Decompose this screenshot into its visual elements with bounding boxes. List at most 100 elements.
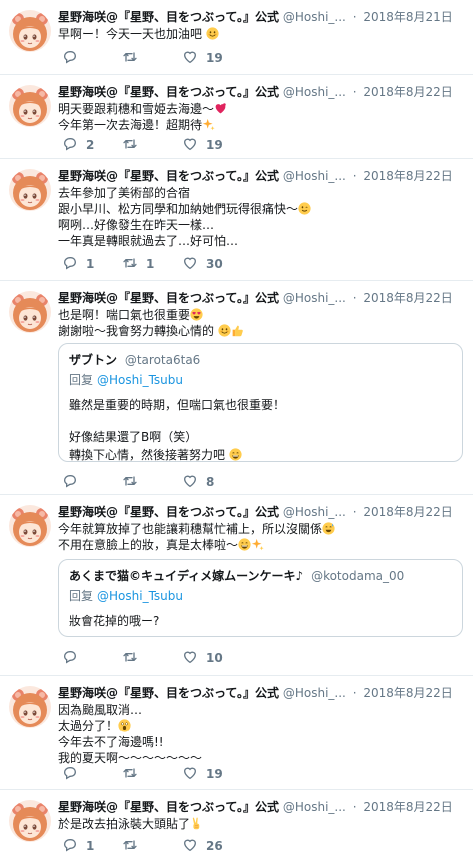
like-button[interactable]: 10 xyxy=(182,649,223,667)
author-handle[interactable]: @Hoshi_... xyxy=(283,169,346,183)
like-button[interactable]: 8 xyxy=(182,473,214,491)
tweet-line: 今年第一次去海邊！超期待 xyxy=(58,117,466,133)
tweet-header: 星野海咲@『星野、目をつぶって。』公式 @Hoshi_... · 2018年8月… xyxy=(58,8,468,26)
tweet-date[interactable]: 2018年8月22日 xyxy=(363,800,452,814)
separator-dot: · xyxy=(352,505,357,519)
tweet-actions: 8 xyxy=(62,473,302,491)
reply-to-link[interactable]: @Hoshi_Tsubu xyxy=(97,589,183,603)
tweet-actions: 19 xyxy=(62,765,302,783)
tweet-date[interactable]: 2018年8月22日 xyxy=(363,505,452,519)
author-name[interactable]: 星野海咲@『星野、目をつぶって。』公式 xyxy=(58,169,279,183)
reply-button[interactable] xyxy=(62,473,86,491)
quoted-line: 好像結果還了B啊（笑） xyxy=(69,430,198,444)
tweet[interactable]: 星野海咲@『星野、目をつぶって。』公式 @Hoshi_... · 2018年8月… xyxy=(0,75,473,159)
retweet-button[interactable] xyxy=(122,473,146,491)
avatar[interactable] xyxy=(9,505,51,547)
reply-icon xyxy=(62,765,78,784)
quoted-text: 雖然是重要的時期，但喘口氣也很重要！ 好像結果還了B啊（笑） 轉換下心情，然後接… xyxy=(69,396,452,464)
like-count: 26 xyxy=(206,839,223,853)
author-name[interactable]: 星野海咲@『星野、目をつぶって。』公式 xyxy=(58,10,279,24)
like-count: 30 xyxy=(206,257,223,271)
quoted-tweet[interactable]: ザブトン @tarota6ta6 回复 @Hoshi_Tsubu 雖然是重要的時期… xyxy=(58,343,463,462)
tweet-date[interactable]: 2018年8月21日 xyxy=(363,10,452,24)
tweet-actions: 1 1 30 xyxy=(62,255,302,273)
retweet-button[interactable] xyxy=(122,837,146,855)
author-handle[interactable]: @Hoshi_... xyxy=(283,291,346,305)
author-handle[interactable]: @Hoshi_... xyxy=(283,800,346,814)
author-handle[interactable]: @Hoshi_... xyxy=(283,85,346,99)
reply-button[interactable]: 1 xyxy=(62,837,94,855)
quoted-tweet[interactable]: あくまで猫©キュイディメ嫁ムーンケーキ♪ @kotodama_00 回复 @Hos… xyxy=(58,559,463,637)
avatar[interactable] xyxy=(9,10,51,52)
author-name[interactable]: 星野海咲@『星野、目をつぶって。』公式 xyxy=(58,686,279,700)
author-handle[interactable]: @Hoshi_... xyxy=(283,505,346,519)
avatar[interactable] xyxy=(9,169,51,211)
retweet-icon xyxy=(122,765,138,784)
reply-button[interactable]: 2 xyxy=(62,136,94,154)
quoted-header: あくまで猫©キュイディメ嫁ムーンケーキ♪ @kotodama_00 xyxy=(69,568,452,584)
tweet[interactable]: 星野海咲@『星野、目をつぶって。』公式 @Hoshi_... · 2018年8月… xyxy=(0,159,473,281)
grinning-face-emoji-icon xyxy=(229,448,242,461)
author-handle[interactable]: @Hoshi_... xyxy=(283,686,346,700)
avatar[interactable] xyxy=(9,800,51,842)
tweet[interactable]: 星野海咲@『星野、目をつぶって。』公式 @Hoshi_... · 2018年8月… xyxy=(0,495,473,676)
winking-face-emoji-icon xyxy=(298,202,311,215)
like-button[interactable]: 19 xyxy=(182,49,223,67)
author-name[interactable]: 星野海咲@『星野、目をつぶって。』公式 xyxy=(58,505,279,519)
tweet[interactable]: 星野海咲@『星野、目をつぶって。』公式 @Hoshi_... · 2018年8月… xyxy=(0,790,473,860)
tweet-text: 去年參加了美術部的合宿 跟小早川、松方同學和加納她們玩得很痛快～ 啊咧…好像發生… xyxy=(58,185,466,249)
tweet-text: 今年就算放掉了也能讓莉穗幫忙補上，所以沒關係 不用在意臉上的妝，真是太棒啦～ xyxy=(58,521,466,553)
grinning-face-emoji-icon xyxy=(238,538,251,551)
heart-icon xyxy=(182,255,198,274)
author-name[interactable]: 星野海咲@『星野、目をつぶって。』公式 xyxy=(58,800,279,814)
tweet-line: 我的夏天啊～～～～～～～ xyxy=(58,751,203,765)
reply-button[interactable] xyxy=(62,765,86,783)
reply-button[interactable] xyxy=(62,649,86,667)
tweet-date[interactable]: 2018年8月22日 xyxy=(363,291,452,305)
like-count: 19 xyxy=(206,138,223,152)
like-button[interactable]: 19 xyxy=(182,765,223,783)
retweet-button[interactable]: 1 xyxy=(122,255,154,273)
tweet-text: 也是啊！喘口氣也很重要 謝謝啦～我會努力轉換心情的 xyxy=(58,307,466,339)
reply-icon xyxy=(62,649,78,668)
heart-icon xyxy=(182,473,198,492)
retweet-button[interactable] xyxy=(122,649,146,667)
avatar[interactable] xyxy=(9,85,51,127)
tweet-date[interactable]: 2018年8月22日 xyxy=(363,686,452,700)
tweet-line: 今年就算放掉了也能讓莉穗幫忙補上，所以沒關係 xyxy=(58,521,466,537)
author-handle[interactable]: @Hoshi_... xyxy=(283,10,346,24)
tweet-text: 因為颱風取消… 太過分了！ 今年去不了海邊嗎!! 我的夏天啊～～～～～～～ xyxy=(58,702,466,766)
avatar[interactable] xyxy=(9,686,51,728)
separator-dot: · xyxy=(352,169,357,183)
tweet-line: 一年真是轉眼就過去了…好可怕… xyxy=(58,234,239,248)
tweet-date[interactable]: 2018年8月22日 xyxy=(363,169,452,183)
reply-button[interactable]: 1 xyxy=(62,255,94,273)
avatar[interactable] xyxy=(9,291,51,333)
separator-dot: · xyxy=(352,291,357,305)
tweet[interactable]: 星野海咲@『星野、目をつぶって。』公式 @Hoshi_... · 2018年8月… xyxy=(0,281,473,495)
quoted-text: 妝會花掉的哦ー? xyxy=(69,612,452,630)
reply-button[interactable] xyxy=(62,49,86,67)
separator-dot: · xyxy=(352,800,357,814)
tweet[interactable]: 星野海咲@『星野、目をつぶって。』公式 @Hoshi_... · 2018年8月… xyxy=(0,0,473,75)
reply-icon xyxy=(62,136,78,155)
tweet-date[interactable]: 2018年8月22日 xyxy=(363,85,452,99)
retweet-icon xyxy=(122,649,138,668)
tweet-actions: 10 xyxy=(62,649,302,667)
reply-to-link[interactable]: @Hoshi_Tsubu xyxy=(97,373,183,387)
tweet-header: 星野海咲@『星野、目をつぶって。』公式 @Hoshi_... · 2018年8月… xyxy=(58,83,468,101)
author-name[interactable]: 星野海咲@『星野、目をつぶって。』公式 xyxy=(58,85,279,99)
tweet-line: 因為颱風取消… xyxy=(58,703,143,717)
retweet-icon xyxy=(122,255,138,274)
retweet-button[interactable] xyxy=(122,136,146,154)
like-button[interactable]: 26 xyxy=(182,837,223,855)
quoted-author-handle: @tarota6ta6 xyxy=(124,353,201,367)
tweet[interactable]: 星野海咲@『星野、目をつぶって。』公式 @Hoshi_... · 2018年8月… xyxy=(0,676,473,790)
heart-icon xyxy=(182,49,198,68)
like-button[interactable]: 19 xyxy=(182,136,223,154)
like-button[interactable]: 30 xyxy=(182,255,223,273)
author-name[interactable]: 星野海咲@『星野、目をつぶって。』公式 xyxy=(58,291,279,305)
retweet-button[interactable] xyxy=(122,765,146,783)
quoted-reply-context: 回复 @Hoshi_Tsubu xyxy=(69,373,183,387)
retweet-button[interactable] xyxy=(122,49,146,67)
